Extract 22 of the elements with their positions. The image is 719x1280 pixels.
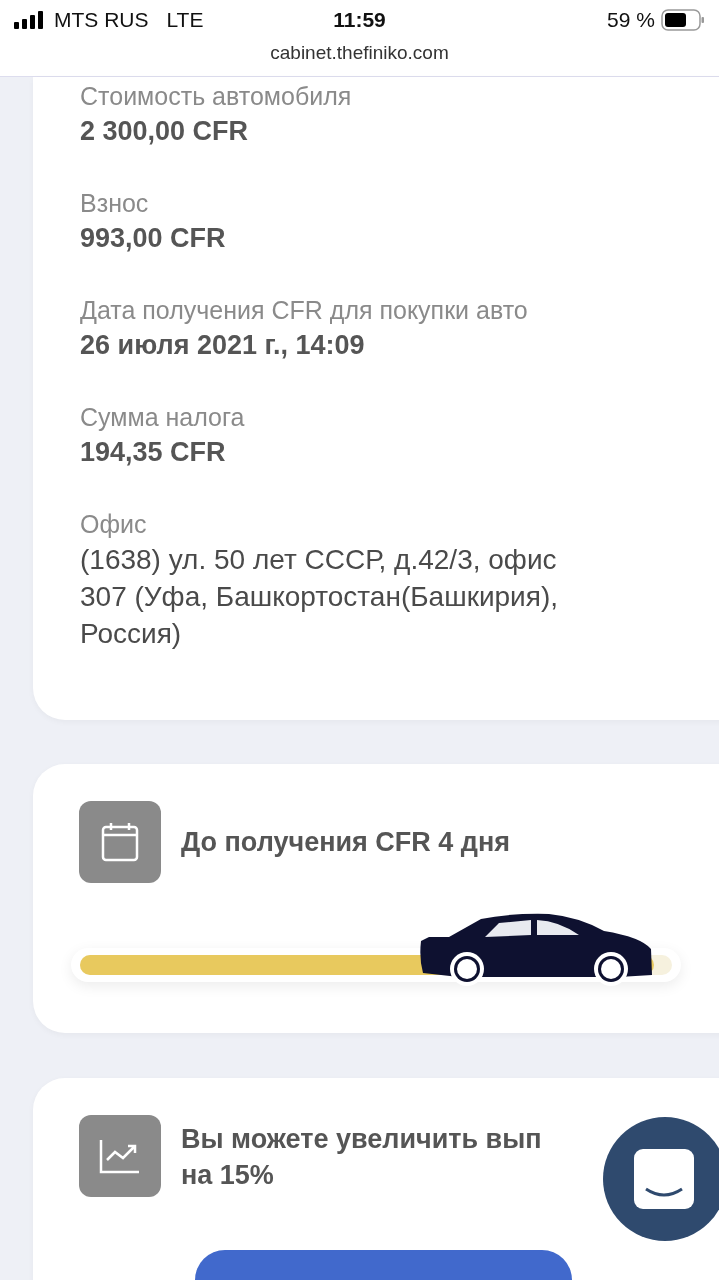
network-type: LTE (166, 8, 204, 32)
calendar-icon (79, 801, 161, 883)
detail-label: Офис (80, 509, 147, 540)
detail-label: Стоимость автомобиля (80, 81, 352, 112)
detail-label: Сумма налога (80, 402, 245, 433)
detail-value: 993,00 CFR (80, 222, 226, 255)
battery-percent: 59 % (607, 8, 655, 32)
url-text[interactable]: cabinet.thefiniko.com (270, 40, 449, 64)
promo-title: Вы можете увеличить вып на 15% (181, 1123, 542, 1192)
chat-icon (634, 1149, 694, 1209)
detail-label: Дата получения CFR для покупки авто (80, 295, 528, 326)
clock: 11:59 (333, 8, 386, 31)
detail-value: 194,35 CFR (80, 436, 226, 469)
detail-label: Взнос (80, 188, 149, 219)
detail-value: 26 июля 2021 г., 14:09 (80, 329, 365, 362)
countdown-title: До получения CFR 4 дня (181, 826, 511, 858)
battery-icon (661, 9, 705, 31)
detail-value: 2 300,00 CFR (80, 115, 249, 148)
carrier-name: MTS RUS (54, 8, 149, 32)
growth-chart-icon (79, 1115, 161, 1197)
signal-icon (14, 11, 46, 29)
detail-value: (1638) ул. 50 лет СССР, д.42/3, офис 307 (Уфа, Башкортостан(Башкирия), Россия) (80, 543, 558, 651)
